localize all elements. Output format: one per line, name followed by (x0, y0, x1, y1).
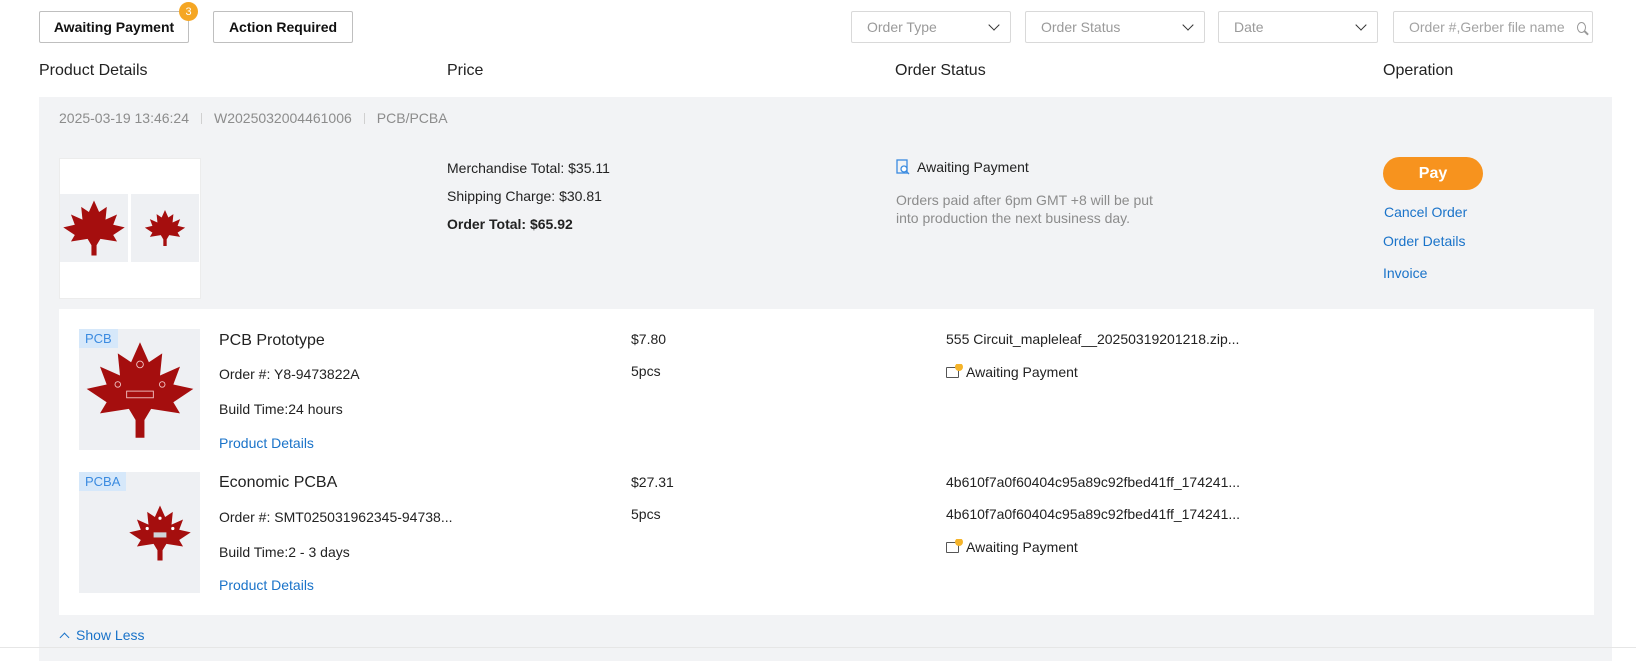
search-icon[interactable] (1577, 21, 1586, 33)
column-header-price: Price (447, 62, 484, 79)
product-details-link[interactable]: Product Details (219, 435, 314, 451)
order-status: Awaiting Payment (896, 159, 1029, 175)
order-date: 2025-03-19 13:46:24 (59, 110, 189, 126)
action-required-label: Action Required (228, 19, 338, 35)
item-order-number: Order #: SMT025031962345-94738... (219, 509, 453, 525)
order-meta: 2025-03-19 13:46:24 W2025032004461006 PC… (59, 110, 448, 126)
item-status: Awaiting Payment (946, 364, 1078, 380)
order-status-text: Awaiting Payment (917, 159, 1029, 175)
chevron-down-icon (1355, 18, 1367, 31)
maple-leaf-board-icon (86, 341, 193, 438)
action-required-filter-button[interactable]: Action Required (213, 11, 353, 43)
item-status-text: Awaiting Payment (966, 539, 1078, 555)
item-name: PCB Prototype (219, 332, 325, 349)
show-less-toggle[interactable]: Show Less (59, 627, 145, 643)
order-number: W2025032004461006 (214, 110, 352, 126)
awaiting-payment-count-badge: 3 (179, 2, 198, 21)
wallet-icon (946, 539, 963, 553)
chevron-down-icon (1182, 18, 1194, 31)
item-order-number: Order #: Y8-9473822A (219, 366, 360, 382)
item-build-time: Build Time:24 hours (219, 401, 343, 417)
item-type-tag: PCBA (79, 472, 127, 491)
item-name: Economic PCBA (219, 474, 338, 491)
order-type-dropdown[interactable]: Order Type (851, 11, 1011, 43)
pay-button[interactable]: Pay (1383, 157, 1483, 190)
document-search-icon (896, 159, 910, 175)
search-input[interactable] (1409, 19, 1573, 35)
item-type-tag: PCB (79, 329, 118, 348)
maple-leaf-board-icon (63, 200, 125, 256)
awaiting-payment-filter-button[interactable]: Awaiting Payment 3 (39, 2, 198, 43)
invoice-link[interactable]: Invoice (1383, 265, 1427, 281)
column-header-operation: Operation (1383, 62, 1454, 79)
item-file-name: 4b610f7a0f60404c95a89c92fbed41ff_174241.… (946, 474, 1241, 490)
divider (201, 112, 202, 124)
show-less-label: Show Less (76, 627, 145, 643)
item-price: $7.80 (631, 331, 667, 347)
maple-leaf-board-icon (144, 209, 186, 247)
order-type-label: Order Type (867, 19, 937, 35)
item-status: Awaiting Payment (946, 539, 1078, 555)
pcb-item-image: PCB (79, 329, 200, 450)
wallet-icon (946, 364, 963, 378)
chevron-up-icon (59, 632, 70, 642)
item-quantity: 5pcs (631, 506, 661, 522)
order-status-label: Order Status (1041, 19, 1121, 35)
column-header-product-details: Product Details (39, 62, 148, 79)
item-price: $27.31 (631, 474, 674, 490)
column-header-order-status: Order Status (895, 62, 986, 79)
item-build-time: Build Time:2 - 3 days (219, 544, 350, 560)
order-category: PCB/PCBA (376, 110, 448, 126)
item-file-name: 4b610f7a0f60404c95a89c92fbed41ff_174241.… (946, 506, 1241, 522)
awaiting-payment-label: Awaiting Payment (53, 19, 175, 35)
merchandise-total: Merchandise Total: $35.11 (447, 160, 610, 176)
item-status-text: Awaiting Payment (966, 364, 1078, 380)
pcba-thumbnail (131, 194, 199, 262)
chevron-down-icon (988, 18, 1000, 31)
production-note: Orders paid after 6pm GMT +8 will be put… (896, 192, 1153, 226)
cancel-order-link[interactable]: Cancel Order (1384, 204, 1467, 220)
maple-leaf-board-icon (128, 504, 191, 561)
pcb-thumbnail (60, 194, 128, 262)
search-box (1393, 11, 1593, 43)
order-thumbnail (59, 158, 201, 299)
order-items-panel (59, 309, 1594, 615)
order-details-link[interactable]: Order Details (1383, 233, 1465, 249)
divider (0, 647, 1636, 648)
date-label: Date (1234, 19, 1264, 35)
order-total: Order Total: $65.92 (447, 216, 573, 232)
item-file-name: 555 Circuit_mapleleaf__20250319201218.zi… (946, 331, 1240, 347)
divider (363, 112, 365, 124)
pcba-item-image: PCBA (79, 472, 200, 593)
order-status-dropdown[interactable]: Order Status (1025, 11, 1205, 43)
item-quantity: 5pcs (631, 363, 661, 379)
shipping-charge: Shipping Charge: $30.81 (447, 188, 602, 204)
product-details-link[interactable]: Product Details (219, 577, 314, 593)
date-dropdown[interactable]: Date (1218, 11, 1378, 43)
